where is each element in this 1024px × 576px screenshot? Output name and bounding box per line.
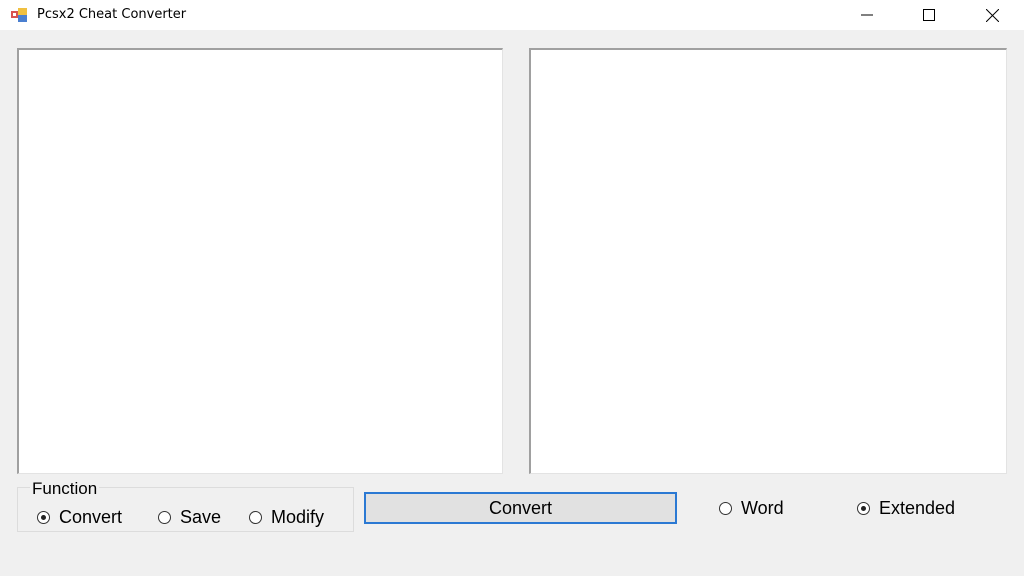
radio-save-label: Save (180, 507, 222, 527)
radio-modify[interactable]: Modify (249, 507, 324, 528)
radio-modify-label: Modify (271, 507, 325, 527)
close-icon (985, 8, 999, 22)
output-code-textbox[interactable] (529, 48, 1007, 474)
radio-extended[interactable]: Extended (857, 498, 955, 519)
convert-button[interactable]: Convert (364, 492, 677, 524)
maximize-icon (923, 9, 935, 21)
radio-unchecked-icon (719, 502, 732, 515)
maximize-button[interactable] (906, 0, 952, 30)
close-button[interactable] (969, 0, 1015, 30)
radio-word-label: Word (741, 498, 784, 518)
minimize-button[interactable] (844, 0, 890, 30)
title-bar: Pcsx2 Cheat Converter (0, 0, 1024, 30)
radio-convert-label: Convert (59, 507, 123, 527)
radio-convert[interactable]: Convert (37, 507, 122, 528)
radio-unchecked-icon (158, 511, 171, 524)
window-title: Pcsx2 Cheat Converter (37, 7, 187, 22)
minimize-icon (861, 14, 873, 16)
radio-checked-icon (37, 511, 50, 524)
app-window-icon (11, 8, 27, 22)
function-group-label: Function (30, 479, 100, 499)
radio-word[interactable]: Word (719, 498, 784, 519)
radio-unchecked-icon (249, 511, 262, 524)
radio-checked-icon (857, 502, 870, 515)
input-code-textbox[interactable] (17, 48, 503, 474)
radio-extended-label: Extended (879, 498, 956, 518)
radio-save[interactable]: Save (158, 507, 221, 528)
